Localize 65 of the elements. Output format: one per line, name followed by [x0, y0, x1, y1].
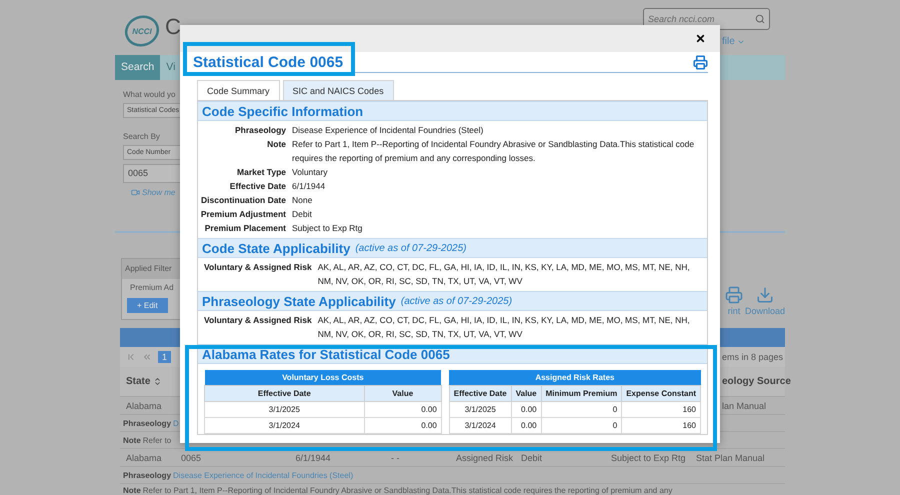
table-cell: 0.00: [364, 401, 442, 417]
site-title: C: [165, 14, 181, 40]
field-label: Voluntary & Assigned Risk: [204, 314, 312, 327]
section-title: Code State Applicability: [202, 240, 350, 256]
column-header: Effective Date: [204, 385, 364, 401]
form-question: What would yo: [123, 90, 176, 99]
field-value: Subject to Exp Rtg: [292, 222, 364, 235]
table-cell-text: 0065: [180, 452, 202, 462]
modal-title: Statistical Code 0065: [193, 54, 344, 70]
active-date-note: (active as of 07-29-2025): [400, 296, 512, 306]
pager-summary: ems in 8 pages: [722, 352, 783, 362]
field-label: Market Type: [236, 166, 286, 179]
field-label: Premium Placement: [204, 222, 286, 235]
field-value: Voluntary: [292, 166, 328, 179]
field-value: None: [292, 194, 314, 207]
table-cell-text: Stat Plan Manual: [695, 452, 766, 462]
detail-label: Note: [123, 486, 141, 495]
table-cell: 3/1/2024: [449, 417, 512, 433]
table-cell-text: 6/1/1944: [294, 452, 332, 462]
table-cell: 3/1/2025: [204, 401, 364, 417]
detail-label: Phraseology: [123, 470, 172, 480]
column-header: Value: [364, 385, 442, 401]
rate-table-title: Voluntary Loss Costs: [204, 370, 442, 385]
table-cell: 0: [541, 401, 622, 417]
table-cell: 0.00: [511, 401, 542, 417]
search-by-label: Search By: [123, 132, 160, 141]
table-cell-text: Alabama: [125, 452, 163, 462]
field-label: Phraseology: [234, 124, 286, 137]
table-cell: 0.00: [364, 417, 442, 433]
logo: NCCI: [123, 13, 161, 49]
table-cell: 3/1/2024: [204, 417, 364, 433]
table-cell: 160: [622, 417, 700, 433]
table-cell-text: Assigned Risk: [455, 452, 514, 462]
field-value: 6/1/1944: [292, 180, 326, 193]
table-cell: 160: [622, 401, 700, 417]
field-value: Refer to Part 1, Item P--Reporting of Incidental Foundry Abrasive or Sandblasting Data.This statistical code requires the reporting of premium and any corresponding losses.: [292, 138, 696, 165]
note-text: Refer to Part 1, Item P--Reporting of Incidental Foundry Abrasive or Sandblasting Data.This statistical code requires the reporting of premium and any: [142, 486, 672, 495]
state-list: AK, AL, AR, AZ, CO, CT, DC, FL, GA, HI, IA, ID, IL, IN, KS, KY, LA, MD, ME, MO, MS, MT, NE, NH, NM, NV, OK, OR, RI, SC, SD, TN, TX, UT, VA, VT, WV: [318, 313, 701, 341]
rate-table-title: Assigned Risk Rates: [449, 370, 700, 385]
column-header: Expense Constant: [622, 385, 700, 401]
column-header: Effective Date: [449, 385, 512, 401]
active-date-note: (active as of 07-29-2025): [355, 242, 466, 254]
field-value: Disease Experience of Incidental Foundries (Steel): [292, 124, 484, 137]
section-title: Phraseology State Applicability: [202, 294, 396, 308]
field-value: Debit: [292, 208, 313, 221]
field-label: Premium Adjustment: [200, 208, 286, 221]
section-title: Alabama Rates for Statistical Code 0065: [202, 346, 450, 362]
table-cell-text: Debit: [520, 452, 544, 462]
table-cell: 0: [541, 417, 622, 433]
detail-label: Note: [123, 436, 141, 444]
note-text: Refer to: [142, 436, 172, 444]
table-cell-text: Subject to Exp Rtg: [610, 452, 687, 462]
column-header: Minimum Premium: [541, 385, 622, 401]
field-label: Effective Date: [228, 180, 286, 193]
field-label: Discontinuation Date: [200, 194, 286, 207]
detail-label: Phraseology: [123, 418, 172, 428]
table-cell: 3/1/2025: [449, 401, 512, 417]
table-cell-text: Alabama: [125, 400, 163, 410]
table-cell-text: - -: [390, 452, 400, 462]
state-list: AK, AL, AR, AZ, CO, CT, DC, FL, GA, HI, IA, ID, IL, IN, KS, KY, LA, MD, ME, MO, MS, MT, NE, NH, NM, NV, OK, OR, RI, SC, SD, TN, TX, UT, VA, VT, WV: [318, 260, 701, 288]
section-title: Code Specific Information: [202, 104, 364, 118]
field-label: Note: [266, 138, 286, 151]
table-cell: 0.00: [511, 417, 542, 433]
column-header: Value: [511, 385, 542, 401]
filter-item: Premium Ad: [129, 282, 175, 294]
